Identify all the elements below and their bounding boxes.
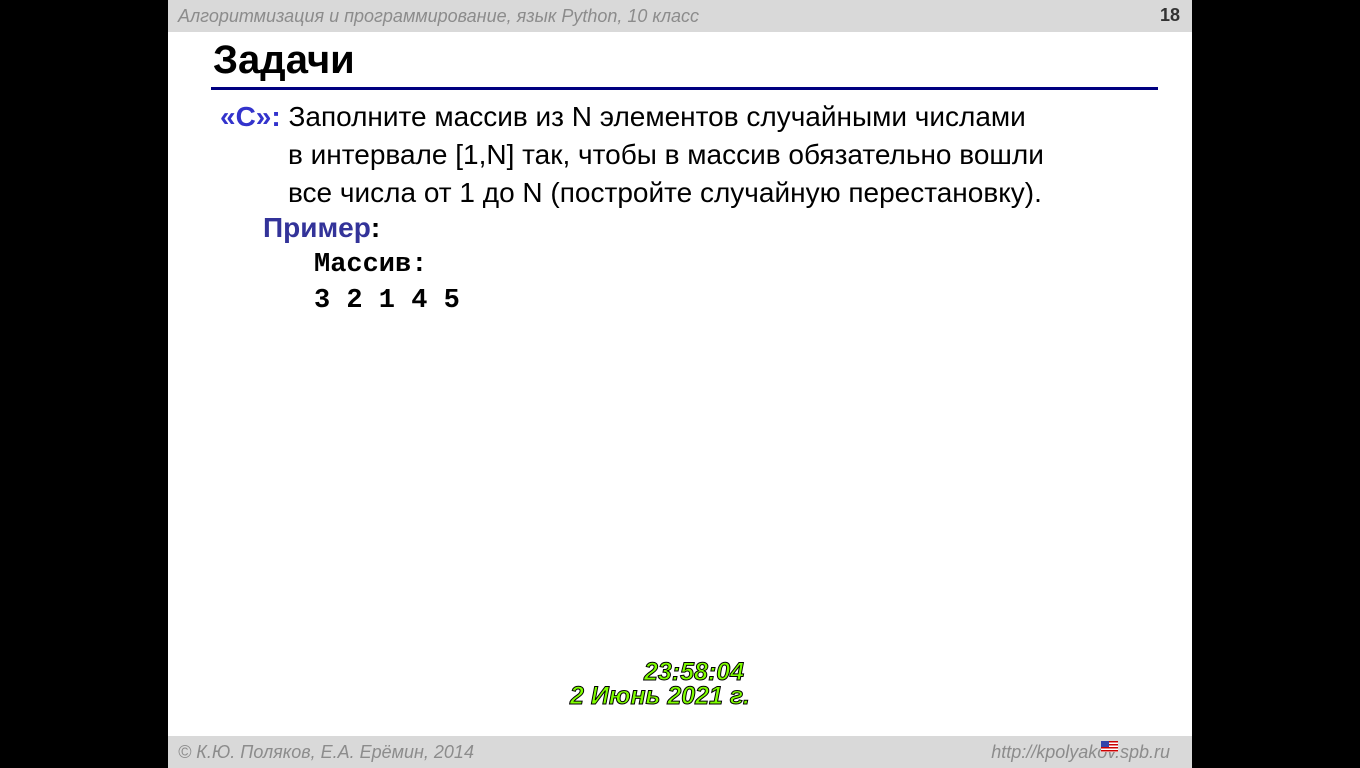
array-values: 3 2 1 4 5: [314, 286, 460, 316]
page-number: 18: [1159, 5, 1180, 25]
course-title: Алгоритмизация и программирование, язык …: [178, 6, 700, 26]
task-line-1: Заполните массив из N элементов случайны…: [288, 101, 1026, 132]
task-line-3: все числа от 1 до N (постройте случайную…: [288, 177, 1042, 208]
site-url[interactable]: http://kpolyakov.spb.ru: [991, 742, 1170, 763]
task-label: «C»:: [220, 101, 281, 132]
us-flag-icon[interactable]: [1101, 741, 1118, 752]
slide-header: Алгоритмизация и программирование, язык …: [168, 0, 1192, 32]
array-label: Массив:: [314, 250, 428, 280]
clock-date: 2 Июнь 2021 г.: [570, 682, 751, 711]
example-heading: Пример:: [263, 212, 380, 244]
slide: Алгоритмизация и программирование, язык …: [168, 0, 1192, 768]
title-divider: [211, 87, 1158, 90]
task-text: «C»: Заполните массив из N элементов слу…: [220, 98, 1140, 212]
task-line-2: в интервале [1,N] так, чтобы в массив об…: [288, 139, 1044, 170]
example-colon: :: [370, 212, 381, 243]
slide-footer: © К.Ю. Поляков, Е.А. Ерёмин, 2014 http:/…: [168, 736, 1192, 768]
slide-title: Задачи: [213, 38, 355, 82]
copyright: © К.Ю. Поляков, Е.А. Ерёмин, 2014: [178, 742, 474, 762]
example-label: Пример: [263, 212, 371, 243]
